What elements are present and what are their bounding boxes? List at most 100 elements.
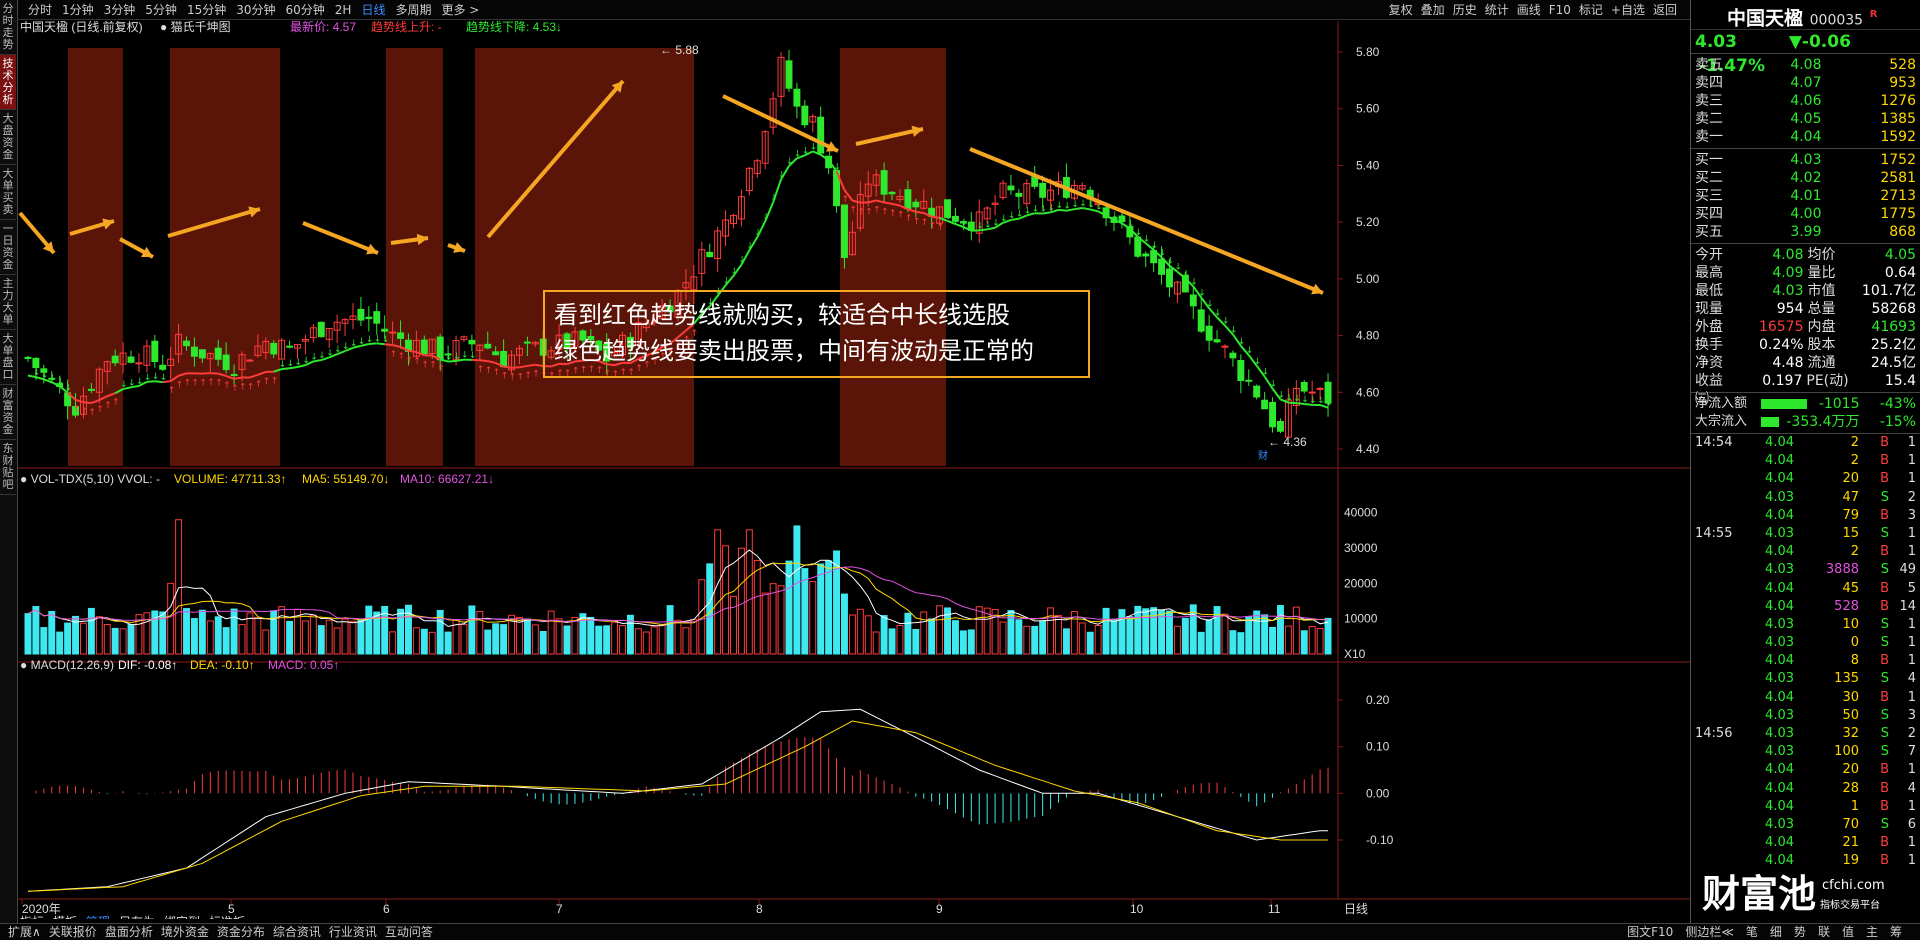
- tool-2[interactable]: 历史: [1449, 3, 1481, 17]
- trend-marker: ↑: [437, 364, 445, 374]
- status-right-4[interactable]: 势: [1788, 925, 1812, 939]
- indicator-tab-3[interactable]: 另存为: [119, 915, 155, 919]
- candle-body: [1213, 339, 1221, 343]
- tool-1[interactable]: 叠加: [1417, 3, 1449, 17]
- stat-value: 0.197: [1762, 373, 1803, 389]
- status-right-5[interactable]: 联: [1812, 925, 1836, 939]
- tick-count: 1: [1907, 544, 1916, 560]
- status-tab-0[interactable]: 扩展∧: [4, 925, 45, 939]
- tick-time: [1691, 652, 1739, 670]
- candle-body: [1015, 192, 1023, 197]
- stat-label: 股本: [1807, 337, 1836, 353]
- candle-body: [317, 321, 325, 338]
- tick-volume: 20: [1842, 471, 1859, 487]
- indicator-tab-0[interactable]: 指标: [20, 914, 44, 919]
- volume-bar: [270, 610, 278, 655]
- price-tick-label: 4.60: [1356, 385, 1380, 399]
- period-9[interactable]: 多周期: [390, 3, 436, 17]
- ask-row: 卖三 4.06 1276: [1691, 92, 1920, 110]
- status-right-6[interactable]: 值: [1836, 925, 1860, 939]
- tick-time: [1691, 561, 1739, 579]
- tool-5[interactable]: F10: [1545, 3, 1575, 17]
- status-tab-4[interactable]: 资金分布: [213, 925, 269, 939]
- trend-marker: ↑: [857, 208, 865, 218]
- left-tab-8[interactable]: 东财贴吧: [0, 440, 16, 495]
- left-tab-6[interactable]: 大单盘口: [0, 330, 16, 385]
- indicator-tab-1[interactable]: 模板: [53, 915, 77, 919]
- status-right-3[interactable]: 细: [1764, 925, 1788, 939]
- left-tab-1[interactable]: 技术分析: [0, 55, 16, 110]
- status-tab-1[interactable]: 关联报价: [45, 925, 101, 939]
- tick-price: 4.03: [1765, 726, 1794, 741]
- tool-6[interactable]: 标记: [1575, 3, 1607, 17]
- kline-chart[interactable]: ↓ ↓ ↓ ↓↓↑ ↑ ↑ ↑ ↑ ↑↓ ↓ ↓ ↓ ↓ ↓↑↑ ↑ ↑ ↑ ↑ ↑ ↑ ↑ ↑ ↑ ↑ ↑ ↑↓ ↓ ↓ ↓ ↓ ↓ ↓ ↓ ↓…: [18, 21, 1690, 919]
- chart-area[interactable]: ↓ ↓ ↓ ↓ ↓ ↑ ↑ ↑ ↑ ↑ ↑ ↓ ↓ ↓ ↓ ↓ ↓ ↑ ↑ ↑ ↑ ↑ ↑ ↑ ↑ ↑ ↑ ↑ ↑ ↑ ↑ ↓ ↓ ↓ ↓ ↓ ↓ ↓ ↓ ↓…: [18, 21, 1690, 919]
- tick-time: 14:54: [1695, 435, 1733, 450]
- period-5[interactable]: 30分钟: [231, 3, 280, 17]
- period-3[interactable]: 5分钟: [140, 3, 182, 17]
- volume-bar: [444, 631, 452, 655]
- left-tab-5[interactable]: 主力大单: [0, 275, 16, 330]
- volume-bar: [1086, 631, 1094, 655]
- watermark-site: cfchi.com: [1822, 878, 1885, 893]
- left-tab-7[interactable]: 财富资金: [0, 385, 16, 440]
- tick-row: 4.04 79 B 3: [1691, 507, 1920, 525]
- period-8[interactable]: 日线: [356, 3, 390, 17]
- period-0[interactable]: 分时: [23, 3, 57, 17]
- left-tab-3[interactable]: 大单买卖: [0, 165, 16, 220]
- volume-bar: [230, 608, 238, 655]
- trend-marker: ↑: [929, 222, 937, 232]
- tick-price: 4.04: [1765, 471, 1794, 487]
- period-7[interactable]: 2H: [330, 3, 357, 17]
- status-tab-6[interactable]: 行业资讯: [325, 925, 381, 939]
- volume-bar: [1173, 625, 1181, 655]
- flow-label: 大宗流入: [1695, 414, 1748, 429]
- period-1[interactable]: 1分钟: [57, 3, 99, 17]
- trend-marker: ↑: [104, 401, 112, 411]
- status-tab-5[interactable]: 综合资讯: [269, 925, 325, 939]
- period-2[interactable]: 3分钟: [99, 3, 141, 17]
- tick-time: [1691, 780, 1739, 798]
- left-tab-2[interactable]: 大盘资金: [0, 110, 16, 165]
- tool-4[interactable]: 画线: [1513, 3, 1545, 17]
- volume-bar: [341, 618, 349, 655]
- current-price: 4.03: [1695, 32, 1737, 52]
- status-right-2[interactable]: 笔: [1740, 925, 1764, 939]
- left-tab-4[interactable]: 一日资金: [0, 220, 16, 275]
- status-right-1[interactable]: 侧边栏≪: [1679, 925, 1740, 939]
- tick-volume: 3888: [1825, 562, 1859, 578]
- candle-body: [1142, 253, 1150, 257]
- candle-body: [1308, 391, 1316, 394]
- tick-price: 4.04: [1765, 762, 1794, 778]
- tool-3[interactable]: 统计: [1481, 3, 1513, 17]
- status-tab-7[interactable]: 互动问答: [381, 925, 437, 939]
- bid-price: 4.01: [1790, 188, 1822, 204]
- tick-row: 4.04 30 B 1: [1691, 689, 1920, 707]
- stock-name: 中国天楹: [1727, 7, 1804, 30]
- volume-bar: [198, 609, 206, 655]
- stat-label: PE(动): [1806, 373, 1849, 389]
- period-10[interactable]: 更多 >: [436, 3, 484, 17]
- tick-list[interactable]: 14:54 4.04 2 B 1 4.04 2 B 1 4.04 20 B 1 4.03 47 S 2 4.04 7…: [1691, 434, 1920, 889]
- stat-label: 最高: [1695, 265, 1723, 281]
- status-tab-2[interactable]: 盘面分析: [101, 925, 157, 939]
- tool-7[interactable]: +自选: [1607, 3, 1649, 17]
- indicator-tab-5[interactable]: 标准板: [209, 915, 245, 919]
- tool-8[interactable]: 返回: [1649, 3, 1681, 17]
- tool-0[interactable]: 复权: [1385, 3, 1417, 17]
- left-tab-0[interactable]: 分时走势: [0, 0, 16, 55]
- indicator-tab-4[interactable]: 绑定到: [164, 914, 200, 919]
- status-right-0[interactable]: 图文F10: [1621, 925, 1679, 939]
- indicator-tab-2[interactable]: 管理: [86, 914, 110, 919]
- period-4[interactable]: 15分钟: [182, 3, 231, 17]
- volume-bar: [904, 612, 912, 655]
- period-6[interactable]: 60分钟: [281, 3, 330, 17]
- ask-price: 4.04: [1790, 129, 1822, 145]
- status-right-8[interactable]: 筹: [1884, 925, 1908, 939]
- status-right-7[interactable]: 主: [1860, 925, 1884, 939]
- candle-body: [1197, 309, 1205, 332]
- status-tab-3[interactable]: 境外资金: [157, 925, 213, 939]
- volume-bar: [1205, 619, 1213, 655]
- volume-bar: [1292, 606, 1300, 655]
- tick-price: 4.03: [1765, 816, 1794, 832]
